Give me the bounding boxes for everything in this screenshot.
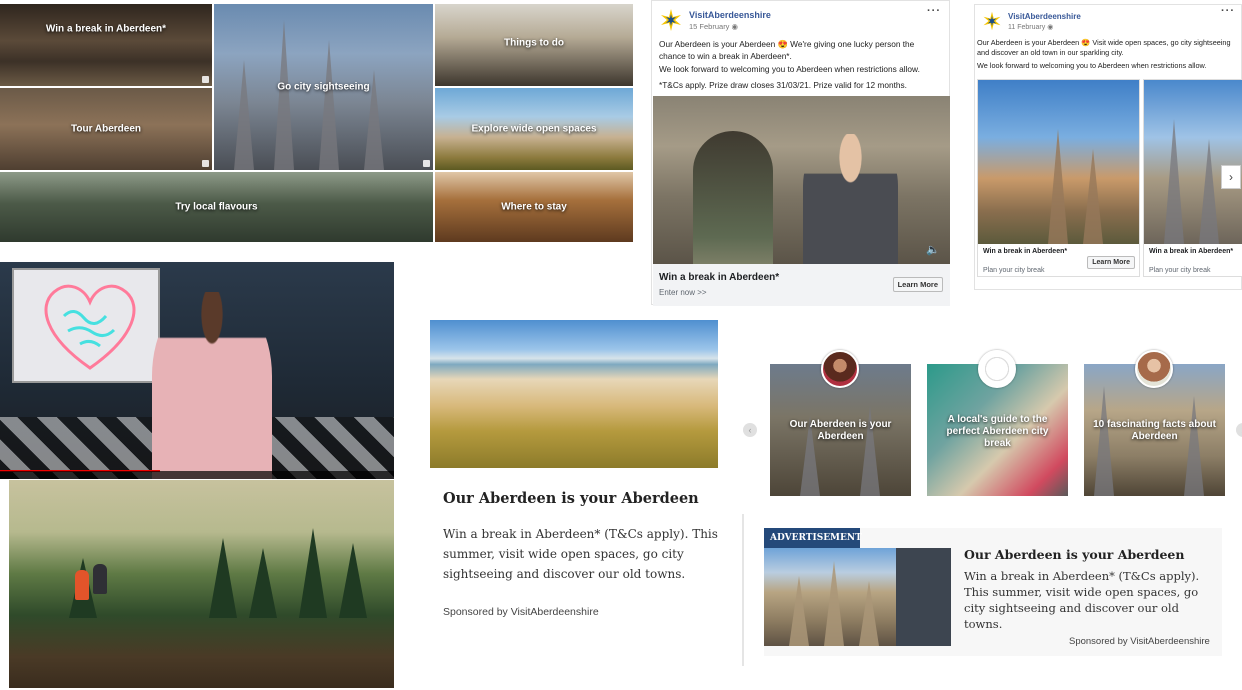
presenter-figure — [803, 134, 898, 264]
cathedral-spire-shape — [274, 20, 294, 170]
image-pin-icon — [202, 76, 209, 83]
speaker-icon[interactable]: 🔈 — [926, 243, 940, 256]
cyclist-figure — [93, 564, 107, 594]
fb-post-date: 11 February ◉ — [1008, 23, 1081, 31]
advertisement-tag: ADVERTISEMENT — [764, 528, 862, 548]
author-avatar — [1135, 350, 1173, 388]
cathedral-spire-shape — [319, 40, 339, 170]
fb-ad-subline: Enter now >> — [659, 288, 707, 297]
author-avatar — [821, 350, 859, 388]
learn-more-button[interactable]: Learn More — [1087, 256, 1135, 269]
tree-shape — [209, 538, 237, 618]
tile-things-to-do[interactable]: Things to do — [435, 4, 633, 86]
fb-ad-line2: We look forward to welcoming you to Aber… — [659, 64, 920, 74]
cathedral-spire-shape — [1199, 139, 1219, 244]
video-still-gallery[interactable] — [0, 262, 394, 479]
blog-card-title: Our Aberdeen is your Aberdeen — [789, 419, 892, 443]
fb-post-date-text: 11 February — [1008, 23, 1046, 31]
chevron-right-icon[interactable]: › — [1236, 423, 1242, 437]
fb-ad-line3: *T&Cs apply. Prize draw closes 31/03/21.… — [659, 80, 907, 90]
tile-explore-label: Explore wide open spaces — [471, 123, 597, 135]
cathedral-spire-shape — [1184, 396, 1204, 496]
facebook-ad-video: VisitAberdeenshire 15 February ◉ ··· Our… — [651, 0, 950, 306]
more-options-icon[interactable]: ··· — [927, 5, 941, 17]
tile-tour-aberdeen[interactable]: Tour Aberdeen — [0, 88, 212, 170]
blog-card-title: 10 fascinating facts about Aberdeen — [1093, 419, 1216, 443]
image-pin-icon — [423, 160, 430, 167]
display-ad-image[interactable] — [764, 548, 951, 646]
display-ad-body: Win a break in Aberdeen* (T&Cs apply). T… — [964, 569, 1200, 631]
fb-page-name[interactable]: VisitAberdeenshire — [1008, 12, 1081, 21]
tile-win-break-label: Win a break in Aberdeen* — [45, 23, 167, 35]
fb-post-date: 15 February ◉ — [689, 22, 771, 31]
tile-win-break[interactable]: Win a break in Aberdeen* — [0, 4, 212, 86]
globe-icon: ◉ — [1047, 23, 1054, 31]
cathedral-spire-shape — [824, 561, 844, 646]
cyclist-figure — [75, 570, 89, 600]
video-controls[interactable] — [0, 471, 394, 479]
fb-ad-line2: We look forward to welcoming you to Aber… — [977, 61, 1207, 70]
fb-ad-footer[interactable]: Win a break in Aberdeen* Enter now >> Le… — [653, 264, 950, 306]
tile-explore-open-spaces[interactable]: Explore wide open spaces — [435, 88, 633, 170]
cathedral-spire-shape — [789, 576, 809, 646]
carousel-card-title: Win a break in Aberdeen* — [1149, 248, 1234, 255]
visitaberdeenshire-star-icon[interactable] — [658, 7, 684, 33]
tile-where-to-stay[interactable]: Where to stay — [435, 172, 633, 242]
carousel-card[interactable]: Win a break in Aberdeen* Plan your city … — [977, 79, 1140, 277]
video-still-cycling[interactable] — [9, 480, 394, 688]
modern-building-shape — [896, 548, 951, 646]
divider — [742, 514, 744, 666]
carousel-card-sub: Plan your city break — [983, 267, 1045, 274]
visitaberdeenshire-star-icon[interactable] — [981, 10, 1003, 32]
tile-where-to-stay-label: Where to stay — [501, 201, 567, 213]
image-pin-icon — [202, 160, 209, 167]
facebook-ad-carousel: VisitAberdeenshire 11 February ◉ ··· Our… — [974, 4, 1242, 290]
tree-shape — [249, 548, 277, 618]
tile-things-to-do-label: Things to do — [504, 37, 564, 49]
tree-shape — [299, 528, 327, 618]
globe-icon: ◉ — [731, 21, 739, 31]
tile-city-sightseeing[interactable]: Go city sightseeing — [214, 4, 433, 170]
native-ad-title[interactable]: Our Aberdeen is your Aberdeen — [443, 490, 699, 507]
display-ad-sponsored: Sponsored by VisitAberdeenshire — [1069, 636, 1210, 647]
native-ad-image[interactable] — [430, 320, 718, 468]
neon-heart-icon — [44, 284, 136, 370]
tree-shape — [339, 543, 367, 618]
presenter-figure — [152, 292, 272, 479]
chevron-left-icon[interactable]: ‹ — [743, 423, 757, 437]
cathedral-spire-shape — [1164, 119, 1184, 244]
display-ad-title[interactable]: Our Aberdeen is your Aberdeen — [964, 547, 1184, 562]
cathedral-spire-shape — [859, 581, 879, 646]
cathedral-spire-shape — [234, 60, 254, 170]
tile-local-flavours[interactable]: Try local flavours — [0, 172, 433, 242]
blog-card-title: A local's guide to the perfect Aberdeen … — [946, 413, 1049, 449]
archway-shape — [693, 131, 773, 264]
fb-ad-header: VisitAberdeenshire 15 February ◉ — [658, 7, 771, 33]
tile-city-sightseeing-label: Go city sightseeing — [277, 81, 370, 93]
carousel-card-image — [978, 80, 1139, 244]
native-ad-sponsored: Sponsored by VisitAberdeenshire — [443, 606, 599, 618]
tile-local-flavours-label: Try local flavours — [175, 201, 258, 213]
fb-ad-header: VisitAberdeenshire 11 February ◉ — [981, 10, 1081, 32]
fb-ad-video-still[interactable]: 🔈 — [653, 96, 950, 264]
cathedral-spire-shape — [1048, 129, 1068, 244]
learn-more-button[interactable]: Learn More — [892, 277, 943, 292]
cathedral-spire-shape — [1083, 149, 1103, 244]
carousel-card-title: Win a break in Aberdeen* — [983, 248, 1068, 255]
fb-ad-line1: Our Aberdeen is your Aberdeen 😍 We're gi… — [659, 39, 915, 61]
fb-page-name[interactable]: VisitAberdeenshire — [689, 10, 771, 20]
native-ad-body: Win a break in Aberdeen* (T&Cs apply). T… — [443, 527, 718, 581]
fb-ad-line1: Our Aberdeen is your Aberdeen 😍 Visit wi… — [977, 38, 1231, 57]
chevron-right-icon[interactable]: › — [1221, 165, 1241, 189]
author-avatar — [978, 350, 1016, 388]
carousel-card-sub: Plan your city break — [1149, 267, 1211, 274]
fb-post-date-text: 15 February — [689, 21, 730, 31]
neon-artwork — [12, 268, 160, 383]
tile-tour-aberdeen-label: Tour Aberdeen — [70, 123, 141, 135]
more-options-icon[interactable]: ··· — [1221, 5, 1235, 17]
fb-ad-headline: Win a break in Aberdeen* — [659, 272, 780, 283]
carousel-card-image — [1144, 80, 1242, 244]
